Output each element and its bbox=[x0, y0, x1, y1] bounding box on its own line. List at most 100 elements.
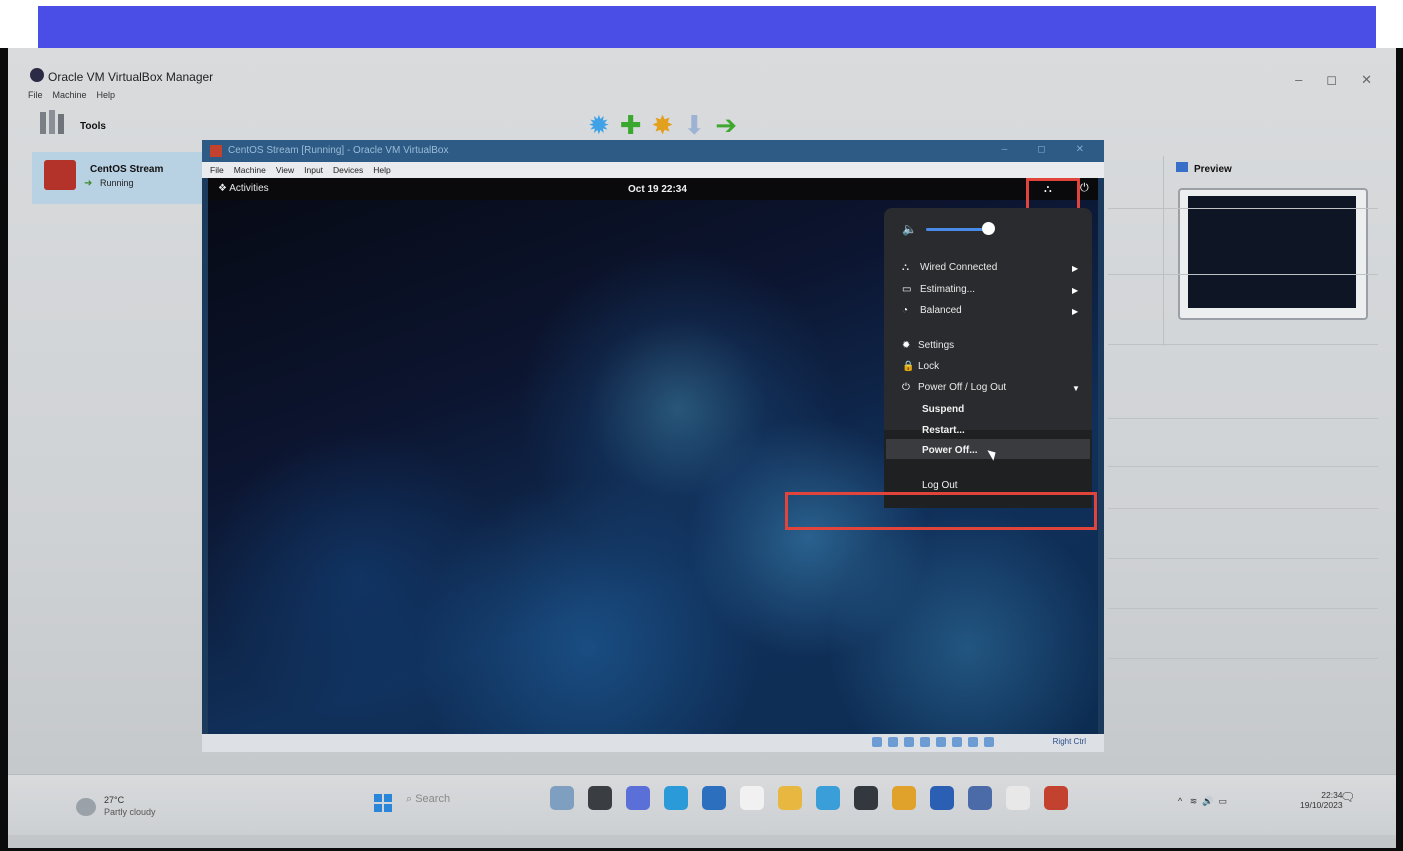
teams-chat-icon[interactable] bbox=[626, 786, 650, 810]
preview-thumbnail bbox=[1188, 196, 1356, 308]
menu-battery-estimating[interactable]: Estimating... bbox=[920, 284, 975, 295]
preview-icon bbox=[1176, 162, 1188, 172]
guest-vm-window: CentOS Stream [Running] - Oracle VM Virt… bbox=[202, 140, 1104, 752]
network-icon: ⛬ bbox=[902, 262, 909, 273]
menu-help[interactable]: Help bbox=[97, 90, 116, 100]
guest-menu-input[interactable]: Input bbox=[304, 165, 323, 175]
network-status-icon[interactable] bbox=[920, 737, 930, 747]
chevron-right-icon: ▶ bbox=[1072, 307, 1079, 316]
volume-slider[interactable] bbox=[926, 228, 990, 231]
amazon-app-icon[interactable] bbox=[740, 786, 764, 810]
weather-description[interactable]: Partly cloudy bbox=[104, 807, 156, 817]
menu-wired-connected[interactable]: Wired Connected bbox=[920, 262, 997, 273]
menu-restart[interactable]: Restart... bbox=[922, 425, 965, 436]
settings-gear-icon[interactable]: ✸ bbox=[652, 110, 674, 141]
dropbox-icon[interactable] bbox=[854, 786, 878, 810]
taskbar-search[interactable]: ⌕ Search bbox=[406, 793, 450, 806]
mail-app-icon[interactable] bbox=[702, 786, 726, 810]
activities-label: Activities bbox=[229, 183, 269, 194]
power-mode-icon: ◔ bbox=[902, 305, 909, 316]
banner-bar bbox=[38, 6, 1376, 48]
maximize-icon[interactable]: ◻ bbox=[1326, 72, 1337, 88]
snipping-tool-icon[interactable] bbox=[1006, 786, 1030, 810]
guest-status-bar: Right Ctrl bbox=[202, 734, 1104, 752]
guest-menu-machine[interactable]: Machine bbox=[234, 165, 266, 175]
add-vm-icon[interactable]: ✚ bbox=[620, 110, 642, 141]
chrome-icon[interactable] bbox=[892, 786, 916, 810]
taskbar-time: 22:34 bbox=[1321, 790, 1343, 800]
tools-label[interactable]: Tools bbox=[80, 121, 106, 132]
menu-suspend[interactable]: Suspend bbox=[922, 404, 964, 415]
audio-icon[interactable] bbox=[904, 737, 914, 747]
store-app-icon[interactable] bbox=[816, 786, 840, 810]
search-label: Search bbox=[415, 793, 451, 805]
guest-minimize-icon[interactable]: – bbox=[1002, 144, 1008, 155]
chevron-up-icon[interactable]: ^ bbox=[1178, 796, 1182, 806]
guest-app-icon bbox=[210, 145, 222, 157]
menu-settings[interactable]: Settings bbox=[918, 340, 954, 351]
edge-browser-icon[interactable] bbox=[664, 786, 688, 810]
new-vm-icon[interactable]: ✹ bbox=[588, 110, 610, 141]
weather-icon[interactable] bbox=[76, 798, 96, 816]
menu-power-off-log-out[interactable]: Power Off / Log Out bbox=[918, 382, 1006, 393]
volume-slider-handle[interactable] bbox=[982, 222, 995, 235]
monitor-screen: Oracle VM VirtualBox Manager File Machin… bbox=[8, 48, 1396, 848]
display-icon[interactable] bbox=[968, 737, 978, 747]
centos-vm-icon bbox=[44, 160, 76, 190]
guest-window-title: CentOS Stream [Running] - Oracle VM Virt… bbox=[228, 145, 449, 156]
minimize-icon[interactable]: – bbox=[1295, 72, 1302, 88]
tools-icon[interactable] bbox=[38, 108, 72, 138]
gnome-desktop: ❖ Activities Oct 19 22:34 ⛬ ⏻ 🔈 ⛬ Wired … bbox=[208, 178, 1098, 734]
guest-maximize-icon[interactable]: ◻ bbox=[1037, 144, 1045, 155]
folder-app-icon[interactable] bbox=[778, 786, 802, 810]
virtualbox-app-icon[interactable] bbox=[968, 786, 992, 810]
taskbar-date: 19/10/2023 bbox=[1300, 800, 1343, 810]
menu-machine[interactable]: Machine bbox=[53, 90, 87, 100]
vm-name[interactable]: CentOS Stream bbox=[90, 164, 163, 175]
taskbar-clock[interactable]: 22:34 19/10/2023 bbox=[1300, 790, 1343, 810]
guest-window-controls: – ◻ ✕ bbox=[1002, 144, 1084, 155]
hdd-icon[interactable] bbox=[872, 737, 882, 747]
chevron-right-icon: ▶ bbox=[1072, 264, 1079, 273]
centos-vm-taskbar-icon[interactable] bbox=[1044, 786, 1068, 810]
battery-tray-icon[interactable]: ⏻ bbox=[1080, 182, 1089, 195]
power-off-highlight-box bbox=[785, 492, 1097, 530]
taskbar-apps bbox=[550, 786, 1068, 810]
optical-icon[interactable] bbox=[888, 737, 898, 747]
battery-icon[interactable]: ▭ bbox=[1219, 796, 1228, 806]
menu-power-mode[interactable]: Balanced bbox=[920, 305, 962, 316]
manager-title: Oracle VM VirtualBox Manager bbox=[48, 70, 214, 84]
menu-power-off[interactable]: Power Off... bbox=[922, 445, 978, 456]
file-explorer-icon[interactable] bbox=[588, 786, 612, 810]
usb-icon[interactable] bbox=[936, 737, 946, 747]
guest-menu-help[interactable]: Help bbox=[373, 165, 390, 175]
menu-log-out[interactable]: Log Out bbox=[922, 480, 958, 491]
weather-temperature[interactable]: 27°C bbox=[104, 795, 124, 805]
running-arrow-icon: ➜ bbox=[84, 178, 93, 189]
guest-menu-devices[interactable]: Devices bbox=[333, 165, 363, 175]
activities-icon: ❖ bbox=[218, 183, 227, 194]
chevron-down-icon: ▼ bbox=[1072, 384, 1080, 393]
guest-close-icon[interactable]: ✕ bbox=[1076, 144, 1084, 155]
recording-icon[interactable] bbox=[984, 737, 994, 747]
start-icon[interactable]: ➔ bbox=[715, 110, 737, 141]
close-icon[interactable]: ✕ bbox=[1361, 72, 1372, 88]
gnome-clock[interactable]: Oct 19 22:34 bbox=[628, 184, 687, 195]
guest-menu-file[interactable]: File bbox=[210, 165, 224, 175]
guest-menubar: File Machine View Input Devices Help bbox=[202, 162, 1104, 178]
menu-lock[interactable]: Lock bbox=[918, 361, 939, 372]
power-icon: ⏻ bbox=[902, 382, 910, 393]
vm-state: Running bbox=[100, 178, 134, 188]
word-icon[interactable] bbox=[930, 786, 954, 810]
widgets-app-icon[interactable] bbox=[550, 786, 574, 810]
menu-file[interactable]: File bbox=[28, 90, 43, 100]
notification-icon[interactable]: 🗨 bbox=[1340, 790, 1355, 804]
wifi-icon[interactable]: ≋ bbox=[1190, 796, 1198, 806]
start-button[interactable] bbox=[374, 794, 392, 812]
activities-button[interactable]: ❖ Activities bbox=[218, 183, 269, 194]
shared-folder-icon[interactable] bbox=[952, 737, 962, 747]
guest-menu-view[interactable]: View bbox=[276, 165, 294, 175]
host-key-label: Right Ctrl bbox=[1052, 737, 1086, 746]
discard-icon[interactable]: ⬇ bbox=[683, 110, 705, 141]
speaker-icon[interactable]: 🔊 bbox=[1202, 796, 1213, 806]
